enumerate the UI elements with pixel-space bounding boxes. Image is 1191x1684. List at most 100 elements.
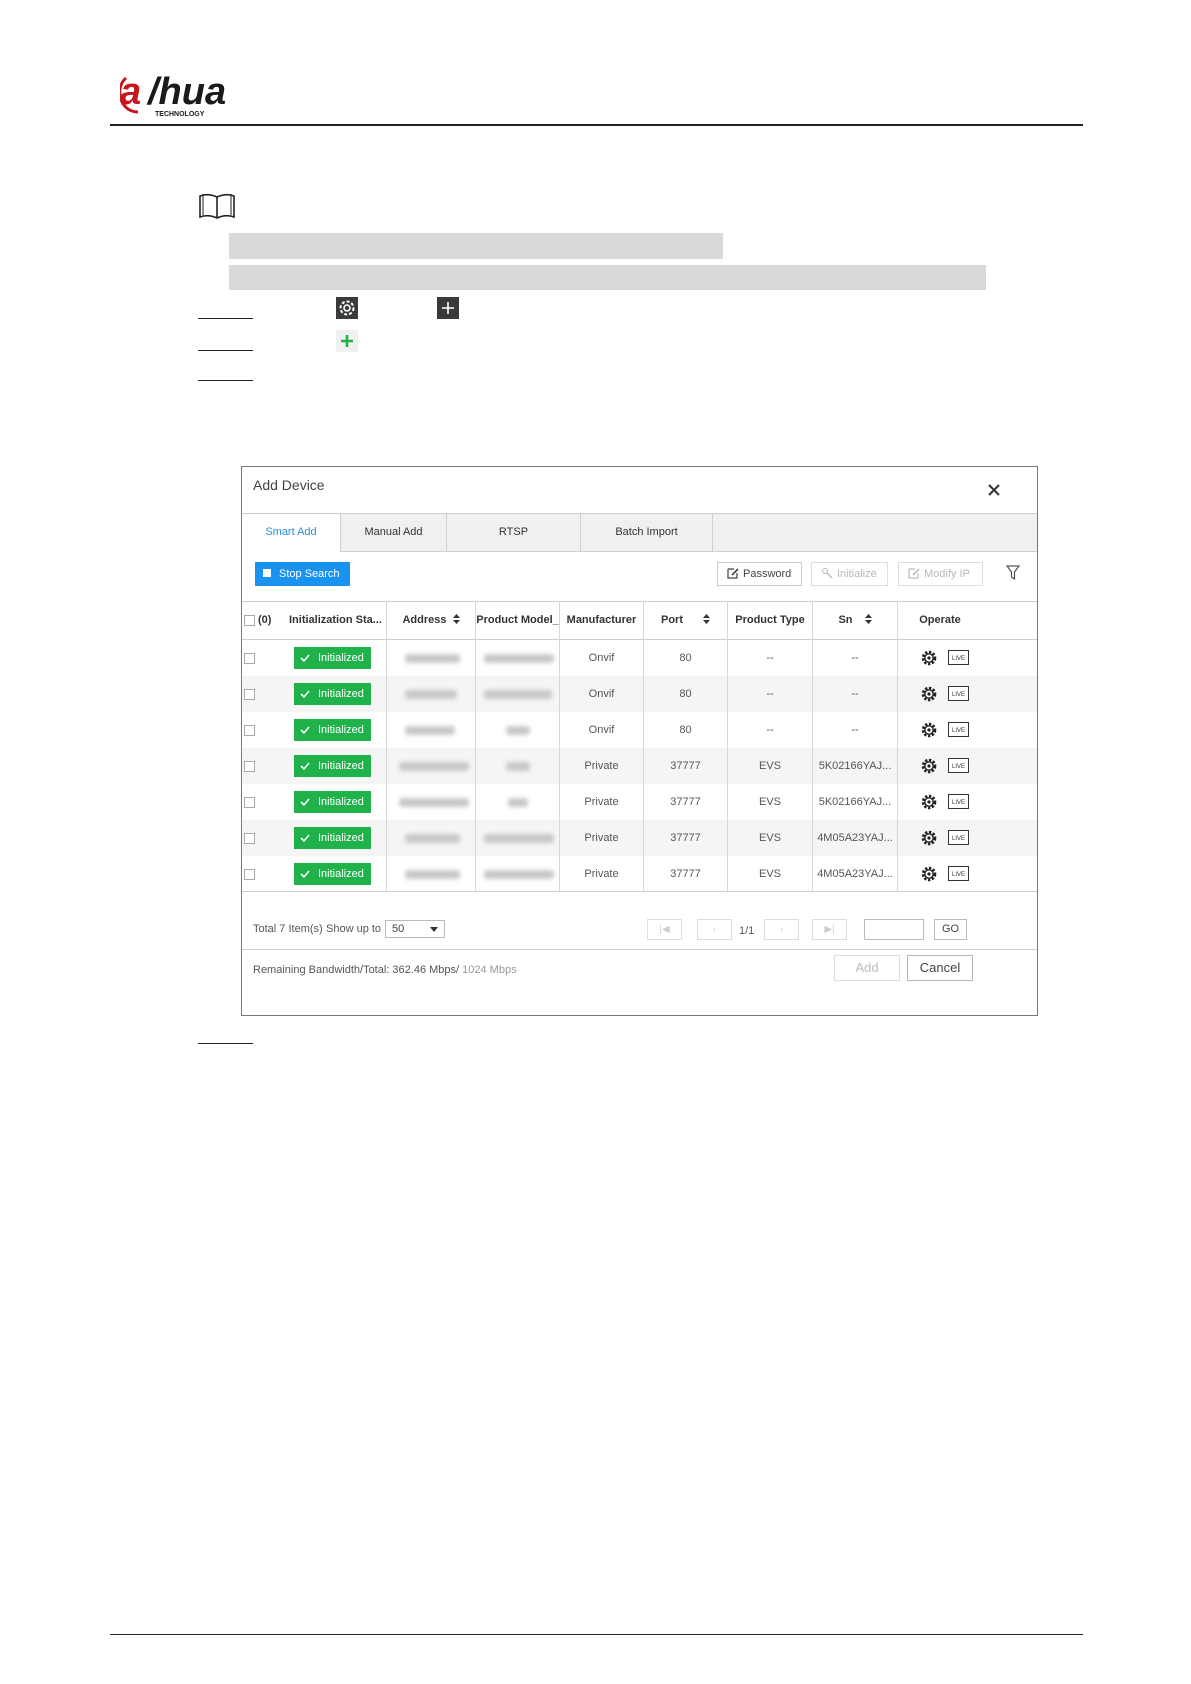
gear-icon[interactable] <box>920 685 938 703</box>
svg-text:LIVE: LIVE <box>952 836 965 842</box>
page-size-select[interactable]: 50 <box>385 920 445 938</box>
bandwidth-info: Remaining Bandwidth/Total: 362.46 Mbps/ … <box>253 964 517 976</box>
row-checkbox[interactable] <box>244 869 255 880</box>
first-page-button[interactable]: |◀ <box>647 919 682 940</box>
svg-text:LIVE: LIVE <box>952 692 965 698</box>
status-text: Initialized <box>318 760 364 772</box>
port-cell: 37777 <box>670 868 701 880</box>
gear-icon[interactable] <box>920 865 938 883</box>
col-port[interactable]: Port <box>644 602 727 639</box>
initialize-label: Initialize <box>837 568 877 580</box>
password-button[interactable]: Password <box>717 562 802 586</box>
redacted-product-model <box>484 870 554 879</box>
stop-search-button[interactable]: Stop Search <box>255 562 350 586</box>
table-row[interactable]: Initialized Onvif 80 -- -- LIVE <box>242 712 1037 748</box>
redacted-address <box>405 726 455 735</box>
col-sn[interactable]: Sn <box>813 602 897 639</box>
col-divider <box>475 601 476 892</box>
select-count: (0) <box>258 614 272 626</box>
status-text: Initialized <box>318 652 364 664</box>
row-checkbox[interactable] <box>244 833 255 844</box>
manufacturer-cell: Onvif <box>588 688 615 700</box>
col-product-model[interactable]: Product Model_ <box>476 602 559 639</box>
live-icon[interactable]: LIVE <box>948 650 969 665</box>
edit-icon <box>908 568 920 579</box>
sn-cell: -- <box>851 652 859 664</box>
row-checkbox[interactable] <box>244 653 255 664</box>
redacted-product-model <box>506 762 530 771</box>
tab-batch-import[interactable]: Batch Import <box>581 514 713 551</box>
redacted-address <box>405 690 457 699</box>
brand-logo: a /hua TECHNOLOGY <box>118 68 260 120</box>
port-cell: 37777 <box>670 760 701 772</box>
sn-cell: 5K02166YAJ... <box>818 796 892 808</box>
manufacturer-cell: Onvif <box>588 652 615 664</box>
live-icon[interactable]: LIVE <box>948 794 969 809</box>
gear-icon[interactable] <box>920 829 938 847</box>
initialize-button[interactable]: Initialize <box>811 562 888 586</box>
redacted-address <box>399 762 469 771</box>
tab-manual-add[interactable]: Manual Add <box>341 514 447 551</box>
cancel-button[interactable]: Cancel <box>907 955 973 981</box>
live-icon[interactable]: LIVE <box>948 722 969 737</box>
table-row[interactable]: Initialized Onvif 80 -- -- LIVE <box>242 640 1037 676</box>
svg-text:LIVE: LIVE <box>952 764 965 770</box>
table-row[interactable]: Initialized Private 37777 EVS 4M05A23YAJ... L… <box>242 856 1037 892</box>
live-icon[interactable]: LIVE <box>948 758 969 773</box>
status-badge: Initialized <box>294 647 371 669</box>
footer-divider <box>242 949 1037 950</box>
tab-smart-add[interactable]: Smart Add <box>242 514 341 552</box>
status-badge: Initialized <box>294 755 371 777</box>
tab-rtsp[interactable]: RTSP <box>447 514 581 551</box>
last-page-button[interactable]: ▶| <box>812 919 847 940</box>
col-divider <box>812 601 813 892</box>
page-number-input[interactable] <box>864 919 924 940</box>
row-checkbox[interactable] <box>244 689 255 700</box>
gear-icon[interactable] <box>920 757 938 775</box>
row-checkbox[interactable] <box>244 797 255 808</box>
live-icon[interactable]: LIVE <box>948 830 969 845</box>
filter-icon[interactable] <box>1005 565 1021 581</box>
status-text: Initialized <box>318 796 364 808</box>
table-row[interactable]: Initialized Private 37777 EVS 4M05A23YAJ... L… <box>242 820 1037 856</box>
col-divider <box>559 601 560 892</box>
gear-icon[interactable] <box>920 649 938 667</box>
add-button[interactable]: Add <box>834 955 900 981</box>
gear-icon[interactable] <box>920 721 938 739</box>
row-checkbox[interactable] <box>244 725 255 736</box>
col-manufacturer[interactable]: Manufacturer <box>560 602 643 639</box>
go-button[interactable]: GO <box>934 919 967 940</box>
table-row[interactable]: Initialized Private 37777 EVS 5K02166YAJ... L… <box>242 748 1037 784</box>
status-text: Initialized <box>318 688 364 700</box>
col-initialization-status[interactable]: Initialization Sta... <box>289 602 385 639</box>
next-page-button[interactable]: › <box>764 919 799 940</box>
modify-ip-button[interactable]: Modify IP <box>898 562 983 586</box>
manufacturer-cell: Private <box>584 796 619 808</box>
table-row[interactable]: Initialized Onvif 80 -- -- LIVE <box>242 676 1037 712</box>
col-sn-label: Sn <box>838 614 853 626</box>
prev-page-button[interactable]: ‹ <box>697 919 732 940</box>
initialize-icon <box>822 568 833 579</box>
port-cell: 37777 <box>670 832 701 844</box>
stop-icon <box>263 569 271 578</box>
col-divider <box>643 601 644 892</box>
table-row[interactable]: Initialized Private 37777 EVS 5K02166YAJ... L… <box>242 784 1037 820</box>
col-address[interactable]: Address <box>387 602 475 639</box>
select-all-checkbox[interactable] <box>244 615 255 626</box>
sort-icon <box>703 614 710 625</box>
gear-icon[interactable] <box>920 793 938 811</box>
product-type-cell: EVS <box>758 868 781 880</box>
page-size-value: 50 <box>392 923 405 935</box>
col-product-type[interactable]: Product Type <box>728 602 812 639</box>
status-text: Initialized <box>318 868 364 880</box>
live-icon[interactable]: LIVE <box>948 866 969 881</box>
sn-cell: 5K02166YAJ... <box>818 760 892 772</box>
close-icon[interactable] <box>987 483 1001 497</box>
sn-cell: -- <box>851 688 859 700</box>
redacted-product-model <box>508 798 528 807</box>
redacted-note-line-2 <box>229 265 986 290</box>
row-checkbox[interactable] <box>244 761 255 772</box>
live-icon[interactable]: LIVE <box>948 686 969 701</box>
product-type-cell: EVS <box>758 796 781 808</box>
col-address-label: Address <box>402 614 447 626</box>
